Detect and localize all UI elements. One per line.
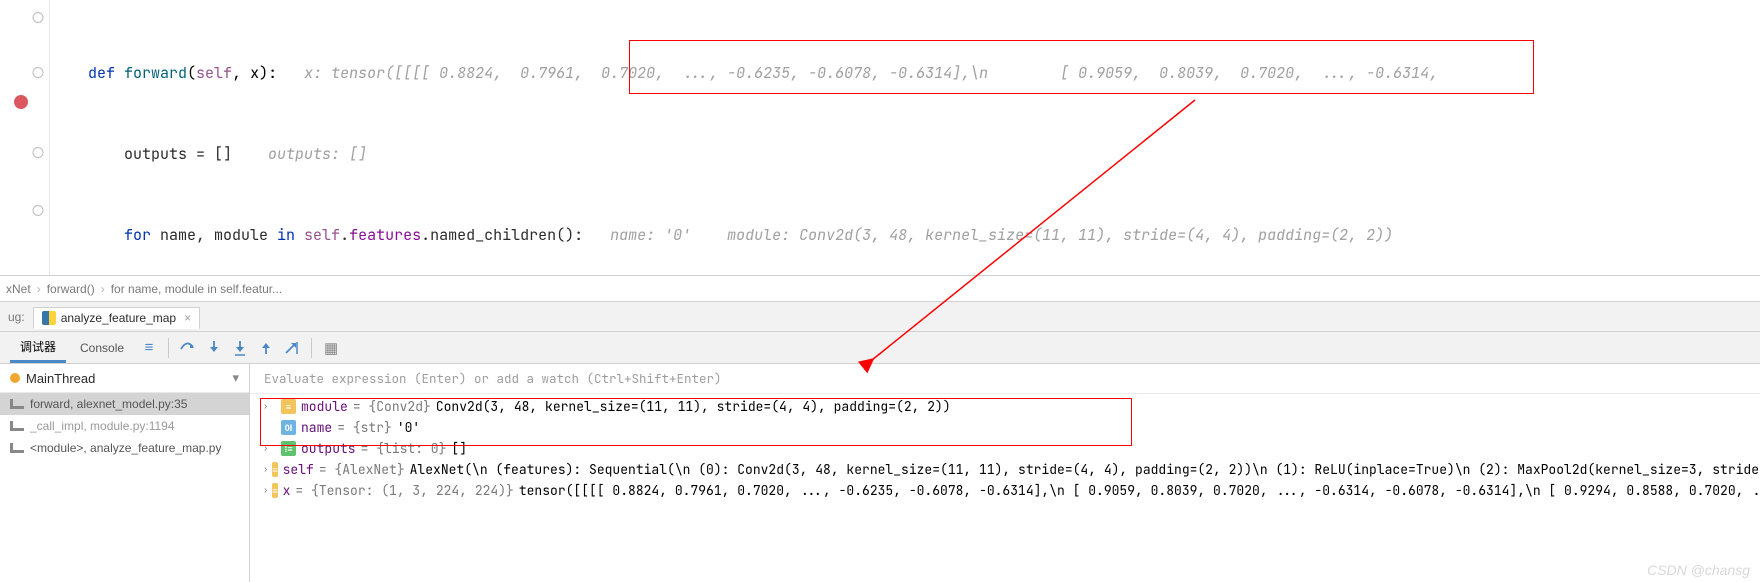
variable-row[interactable]: › ≡ module = {Conv2d} Conv2d(3, 48, kern…: [250, 396, 1760, 417]
stack-frame[interactable]: _call_impl, module.py:1194: [0, 415, 249, 437]
object-type-icon: ≡: [272, 483, 277, 498]
python-icon: [42, 311, 56, 325]
frame-label: forward, alexnet_model.py:35: [30, 397, 187, 411]
variable-row[interactable]: › ≡ x = {Tensor: (1, 3, 224, 224)} tenso…: [250, 480, 1760, 501]
thread-status-icon: [10, 373, 20, 383]
variable-row[interactable]: › ≡ self = {AlexNet} AlexNet(\n (feature…: [250, 459, 1760, 480]
fold-icon[interactable]: [33, 147, 44, 158]
breadcrumb-item[interactable]: forward(): [47, 282, 95, 296]
expand-icon[interactable]: ›: [264, 401, 276, 412]
run-to-cursor-icon[interactable]: [281, 337, 303, 359]
expand-icon[interactable]: ›: [264, 464, 267, 475]
fold-icon[interactable]: [33, 67, 44, 78]
stack-frame[interactable]: forward, alexnet_model.py:35: [0, 393, 249, 415]
step-into-icon[interactable]: [203, 337, 225, 359]
chevron-down-icon[interactable]: ▾: [232, 370, 239, 386]
close-icon[interactable]: ×: [184, 311, 191, 325]
run-config-name: analyze_feature_map: [61, 311, 176, 325]
debug-run-tabs: ug: analyze_feature_map ×: [0, 302, 1760, 332]
gutter: [0, 0, 50, 275]
string-type-icon: 0I: [281, 420, 296, 435]
code-line: for name, module in self.features.named_…: [50, 222, 1760, 249]
variable-row[interactable]: › ⁞≡ outputs = {list: 0} []: [250, 438, 1760, 459]
fold-icon[interactable]: [33, 12, 44, 23]
breadcrumb-item[interactable]: for name, module in self.featur...: [111, 282, 282, 296]
code-line: outputs = [] outputs: []: [50, 141, 1760, 168]
step-over-icon[interactable]: [177, 337, 199, 359]
variables-pane: Evaluate expression (Enter) or add a wat…: [250, 364, 1760, 582]
fold-icon[interactable]: [33, 205, 44, 216]
tab-debugger[interactable]: 调试器: [10, 333, 66, 363]
code-line: def forward(self, x): x: tensor([[[[ 0.8…: [50, 60, 1760, 87]
code-body[interactable]: def forward(self, x): x: tensor([[[[ 0.8…: [50, 0, 1760, 275]
frame-icon: [10, 399, 24, 409]
chevron-right-icon: ›: [101, 282, 105, 296]
breadcrumb-item[interactable]: xNet: [6, 282, 31, 296]
breakpoint-icon[interactable]: [14, 95, 28, 109]
variables-list: › ≡ module = {Conv2d} Conv2d(3, 48, kern…: [250, 394, 1760, 582]
evaluate-input[interactable]: Evaluate expression (Enter) or add a wat…: [250, 364, 1760, 394]
step-into-my-code-icon[interactable]: [229, 337, 251, 359]
chevron-right-icon: ›: [37, 282, 41, 296]
run-config-tab[interactable]: analyze_feature_map ×: [33, 307, 200, 329]
thread-selector[interactable]: MainThread ▾: [0, 364, 249, 393]
frame-icon: [10, 421, 24, 431]
expand-icon[interactable]: ›: [264, 443, 276, 454]
evaluate-expression-icon[interactable]: ▦: [320, 337, 342, 359]
frame-icon: [10, 443, 24, 453]
step-out-icon[interactable]: [255, 337, 277, 359]
show-execution-point-icon[interactable]: ≡: [138, 337, 160, 359]
debug-label: ug:: [8, 310, 25, 324]
stack-frame[interactable]: <module>, analyze_feature_map.py: [0, 437, 249, 459]
frame-label: _call_impl, module.py:1194: [30, 419, 175, 433]
variable-row[interactable]: 0I name = {str} '0': [250, 417, 1760, 438]
debug-toolbar: 调试器 Console ≡ ▦: [0, 332, 1760, 364]
object-type-icon: ≡: [272, 462, 277, 477]
object-type-icon: ≡: [281, 399, 296, 414]
breadcrumb[interactable]: xNet › forward() › for name, module in s…: [0, 275, 1760, 302]
tab-console[interactable]: Console: [70, 336, 134, 360]
frames-pane: MainThread ▾ forward, alexnet_model.py:3…: [0, 364, 250, 582]
debug-panes: MainThread ▾ forward, alexnet_model.py:3…: [0, 364, 1760, 582]
expand-icon[interactable]: ›: [264, 485, 267, 496]
list-type-icon: ⁞≡: [281, 441, 296, 456]
frame-label: <module>, analyze_feature_map.py: [30, 441, 221, 455]
editor-area: def forward(self, x): x: tensor([[[[ 0.8…: [0, 0, 1760, 275]
thread-name: MainThread: [26, 371, 95, 386]
